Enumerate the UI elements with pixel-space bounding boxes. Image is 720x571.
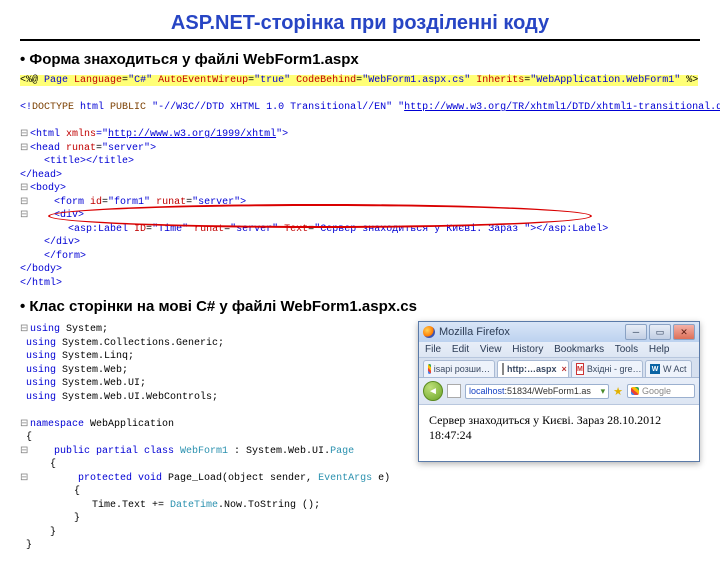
search-box[interactable]: Google bbox=[627, 384, 695, 398]
page-output-line2: 18:47:24 bbox=[429, 428, 472, 442]
browser-window: Mozilla Firefox ─ ▭ ✕ File Edit View His… bbox=[418, 321, 700, 462]
page-favicon bbox=[447, 384, 461, 398]
browser-toolbar: ◄ localhost:51834/WebForm1.as ▾ ★ Google bbox=[419, 378, 699, 405]
cs-code-block: ⊟using System; using System.Collections.… bbox=[20, 323, 408, 553]
browser-title-text: Mozilla Firefox bbox=[439, 326, 621, 338]
google-icon bbox=[631, 387, 639, 395]
menu-history[interactable]: History bbox=[512, 344, 543, 355]
window-minimize-button[interactable]: ─ bbox=[625, 324, 647, 340]
slide-title: ASP.NET-сторінка при розділенні коду bbox=[20, 12, 700, 35]
menu-view[interactable]: View bbox=[480, 344, 502, 355]
tab-4[interactable]: WW Act bbox=[645, 360, 692, 377]
back-button[interactable]: ◄ bbox=[423, 381, 443, 401]
browser-viewport: Сервер знаходиться у Києві. Зараз 28.10.… bbox=[419, 405, 699, 461]
browser-tab-strip: isapi розши… http:…aspx× MВхідні - gre… … bbox=[419, 358, 699, 378]
firefox-icon bbox=[423, 326, 435, 338]
aspx-code-block: <%@ Page Language="C#" AutoEventWireup="… bbox=[20, 74, 700, 290]
title-divider bbox=[20, 39, 700, 41]
tab-3[interactable]: MВхідні - gre… bbox=[571, 360, 643, 377]
bookmark-star-icon[interactable]: ★ bbox=[613, 385, 623, 398]
window-maximize-button[interactable]: ▭ bbox=[649, 324, 671, 340]
tab-2-active[interactable]: http:…aspx× bbox=[497, 360, 569, 377]
bullet-1: Форма знаходиться у файлі WebForm1.aspx bbox=[20, 51, 700, 68]
menu-edit[interactable]: Edit bbox=[452, 344, 469, 355]
address-bar[interactable]: localhost:51834/WebForm1.as ▾ bbox=[465, 384, 609, 399]
close-icon[interactable]: × bbox=[562, 364, 567, 374]
tab-1[interactable]: isapi розши… bbox=[423, 360, 495, 377]
menu-bookmarks[interactable]: Bookmarks bbox=[554, 344, 604, 355]
browser-titlebar: Mozilla Firefox ─ ▭ ✕ bbox=[419, 322, 699, 342]
window-close-button[interactable]: ✕ bbox=[673, 324, 695, 340]
gmail-icon: M bbox=[576, 363, 584, 375]
bullet-2: Клас сторінки на мові C# у файлі WebForm… bbox=[20, 298, 700, 315]
menu-help[interactable]: Help bbox=[649, 344, 670, 355]
menu-file[interactable]: File bbox=[425, 344, 441, 355]
document-icon bbox=[502, 363, 504, 375]
page-output-line1: Сервер знаходиться у Києві. Зараз 28.10.… bbox=[429, 413, 661, 427]
menu-tools[interactable]: Tools bbox=[615, 344, 638, 355]
browser-menu-bar[interactable]: File Edit View History Bookmarks Tools H… bbox=[419, 342, 699, 358]
wikipedia-icon: W bbox=[650, 364, 660, 374]
google-icon bbox=[428, 364, 431, 374]
